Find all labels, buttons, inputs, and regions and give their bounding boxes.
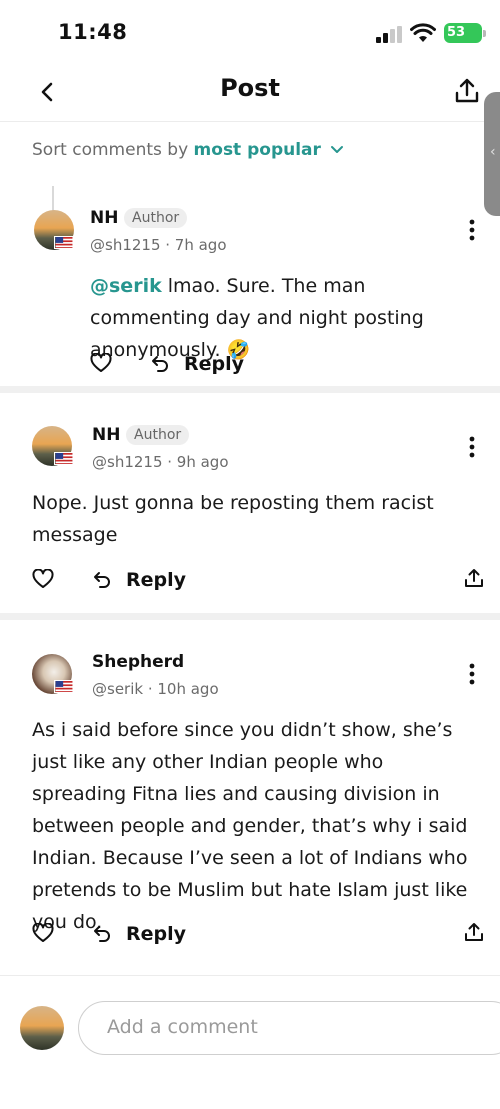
author-badge: Author: [124, 208, 188, 228]
home-indicator-area: [0, 1090, 500, 1109]
divider: [0, 386, 500, 393]
kebab-icon[interactable]: [469, 219, 475, 241]
reply-button[interactable]: Reply: [92, 568, 186, 592]
heart-icon[interactable]: [32, 569, 54, 589]
page-title: Post: [220, 74, 280, 102]
comment-author-name[interactable]: Shepherd: [92, 652, 184, 672]
us-flag-icon: [54, 236, 74, 249]
share-icon[interactable]: [452, 76, 482, 106]
comment-meta: @sh1215 · 7h ago: [90, 236, 227, 254]
current-user-avatar: [20, 1006, 64, 1050]
comment-input[interactable]: [107, 1016, 487, 1038]
divider: [0, 613, 500, 620]
sort-label: Sort comments by: [32, 140, 189, 160]
comment-composer[interactable]: [78, 1001, 500, 1055]
battery-indicator: 53: [444, 23, 486, 43]
reply-label: Reply: [126, 569, 187, 591]
comment-body: Nope. Just gonna be reposting them racis…: [32, 492, 434, 546]
sort-control[interactable]: Sort comments by most popular: [32, 140, 344, 160]
heart-icon[interactable]: [32, 923, 54, 943]
comment-meta: @serik · 10h ago: [92, 680, 219, 698]
reply-label: Reply: [184, 353, 245, 375]
author-badge: Author: [126, 425, 190, 445]
comment-body: @serik lmao. Sure. The man commenting da…: [90, 270, 480, 366]
chevron-left-icon: ‹: [490, 144, 496, 160]
reply-button[interactable]: Reply: [92, 922, 186, 946]
battery-level: 53: [447, 25, 466, 40]
kebab-icon[interactable]: [469, 663, 475, 685]
reply-label: Reply: [126, 923, 187, 945]
chevron-down-icon[interactable]: [330, 145, 344, 155]
reply-icon: [94, 926, 110, 942]
share-icon[interactable]: [463, 921, 485, 943]
status-time: 11:48: [58, 20, 128, 44]
signal-icon: [376, 26, 402, 43]
wifi-icon: [410, 23, 436, 42]
reply-icon: [94, 572, 110, 588]
status-bar: 11:48 53: [0, 0, 500, 66]
heart-icon[interactable]: [90, 353, 112, 373]
kebab-icon[interactable]: [469, 436, 475, 458]
mention-link[interactable]: @serik: [90, 275, 162, 297]
comment-author-name[interactable]: NH: [92, 425, 120, 445]
divider: [0, 975, 500, 976]
comment-author-name[interactable]: NH: [90, 208, 118, 228]
app-header: Post: [0, 66, 500, 122]
comment-meta: @sh1215 · 9h ago: [92, 453, 229, 471]
side-drawer-handle[interactable]: ‹: [484, 92, 500, 216]
us-flag-icon: [54, 452, 74, 465]
sort-value[interactable]: most popular: [194, 140, 321, 160]
share-icon[interactable]: [463, 567, 485, 589]
us-flag-icon: [54, 680, 74, 693]
reply-icon: [152, 356, 168, 372]
comment-body: As i said before since you didn’t show, …: [32, 719, 468, 933]
reply-button[interactable]: Reply: [150, 352, 244, 376]
